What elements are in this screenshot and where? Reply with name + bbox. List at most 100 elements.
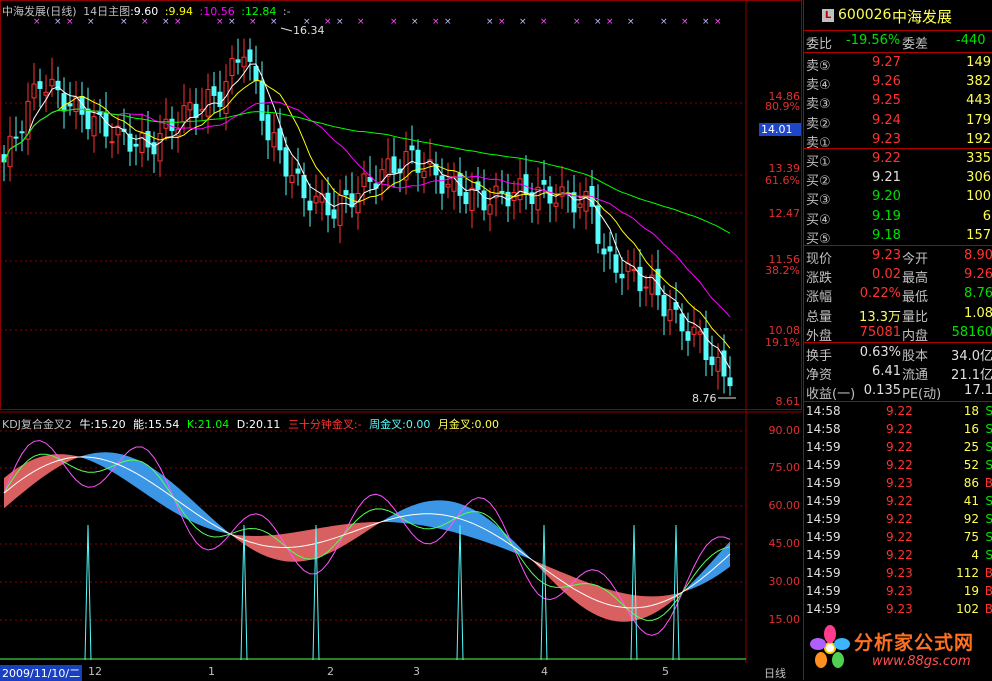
signal-mark: × [444, 17, 452, 27]
buy-level-row: 买② 9.21 306 [804, 169, 992, 190]
date-axis-label: 5 [662, 665, 669, 678]
neng-value: 能:15.54 [133, 418, 180, 431]
tick-time: 14:59 [806, 494, 841, 508]
tick-volume: 18 [963, 404, 979, 418]
tick-row: 14:59 9.23 102 B [804, 601, 992, 619]
tick-price: 9.22 [886, 530, 913, 544]
high-marker-line [280, 27, 293, 32]
stat-value: 0.22% [859, 286, 901, 302]
candle-body [703, 328, 709, 361]
buy-level-row: 买⑤ 9.18 157 [804, 227, 992, 247]
signal-mark: × [390, 17, 398, 27]
candle-body [541, 180, 547, 185]
weibi-value: -19.56% [846, 33, 901, 48]
candle-body [211, 86, 217, 96]
quote-stat-row: 涨跌 0.02 最高 9.26 [804, 266, 992, 286]
signal-mark: × [681, 17, 689, 27]
tick-price: 9.22 [886, 440, 913, 454]
sell-level-row: 卖④ 9.26 382 [804, 73, 992, 93]
chart-area[interactable]: × × × × × × × × × × × × × × × × × × × × × × × × × × × × × × × × [0, 0, 803, 680]
candle-body [481, 190, 487, 211]
price-axis-label: 8.61 [775, 395, 801, 408]
book-level-label: 买② [806, 174, 831, 190]
candle-body [271, 132, 277, 148]
candle-body [523, 174, 529, 195]
kdj-ribbon-segment [568, 574, 574, 601]
tick-row: 14:59 9.23 86 B [804, 475, 992, 493]
ma20-value: :10.56 [199, 5, 235, 18]
price-axis-label: 19.1% [765, 336, 800, 349]
quote-stat-row: 现价 9.23 今开 8.90 [804, 247, 992, 267]
watermark-text: 分析家公式网 [854, 632, 975, 654]
indicator-axis-label: 60.00 [768, 499, 801, 512]
stat-label: 外盘 [806, 328, 833, 344]
tick-row: 14:59 9.23 112 B [804, 565, 992, 583]
quote-stat-row: 总量 13.3万 量比 1.08 [804, 305, 992, 325]
candle-body [229, 58, 235, 77]
candle-body [685, 331, 691, 341]
signal-mark: × [336, 17, 344, 27]
stat-value: 1.08 [964, 305, 992, 321]
candle-body [619, 273, 625, 279]
candle-body [439, 175, 445, 194]
candle-body [691, 326, 697, 335]
stock-name: 中海发展 [892, 8, 953, 26]
book-price: 9.26 [872, 74, 901, 90]
candle-body [289, 175, 295, 184]
tick-side: S [985, 548, 992, 562]
tick-side: S [985, 494, 992, 508]
candle-body [247, 49, 253, 62]
tick-row: 14:59 9.22 41 S [804, 493, 992, 511]
tick-price: 9.22 [886, 458, 913, 472]
ma20-line [3, 101, 731, 318]
watermark-logo: 分析家公式网 www.88gs.com [808, 620, 992, 680]
book-price: 9.19 [872, 208, 901, 224]
candle-body [67, 103, 73, 107]
stat-value: 9.26 [964, 267, 992, 283]
tick-row: 14:59 9.22 92 S [804, 511, 992, 529]
book-price: 9.23 [872, 131, 901, 147]
book-price: 9.20 [872, 189, 901, 205]
tick-price: 9.23 [886, 602, 913, 616]
candle-body [253, 65, 259, 82]
stat-label: 量比 [902, 309, 929, 325]
indicator-title: KDJ复合金叉2 牛:15.20 能:15.54 K:21.04 D:20.11… [2, 416, 503, 432]
candle-body [31, 83, 37, 99]
book-level-label: 买① [806, 155, 831, 170]
tick-time: 14:59 [806, 512, 841, 526]
candle-body [277, 128, 283, 151]
indicator-axis-label: 15.00 [768, 613, 801, 626]
signal-mark: × [594, 17, 602, 27]
candle-body [715, 356, 721, 372]
stat-value: 58160 [951, 324, 992, 340]
book-volume: 149 [966, 55, 991, 70]
tick-volume: 75 [963, 530, 979, 544]
candle-body [169, 118, 175, 131]
candle-body [265, 114, 271, 141]
tick-row: 14:59 9.22 25 S [804, 439, 992, 457]
stat-label: 今开 [902, 252, 929, 267]
d-value: D:20.11 [236, 418, 281, 431]
tick-time: 14:59 [806, 602, 841, 616]
kdj-ribbon-segment [196, 503, 202, 526]
d-line [3, 456, 731, 609]
candle-body [613, 254, 619, 273]
tick-volume: 25 [963, 440, 979, 454]
price-axis-label: 61.6% [765, 174, 800, 187]
tick-row: 14:58 9.22 16 S [804, 421, 992, 439]
candle-body [91, 116, 97, 137]
tick-time: 14:59 [806, 584, 841, 598]
signal-mark: × [573, 17, 581, 27]
signal-mark: × [486, 17, 494, 27]
tick-volume: 52 [963, 458, 979, 472]
candle-body [727, 377, 733, 387]
book-price: 9.18 [872, 227, 901, 243]
period-button[interactable]: 日线 [764, 665, 786, 681]
kdj-ribbon-segment [190, 498, 196, 524]
tick-price: 9.22 [886, 512, 913, 526]
indicator-axis-label: 90.00 [768, 424, 801, 437]
quote-stat-row: 净资 6.41 流通 21.1亿 [804, 363, 992, 384]
book-volume: 382 [966, 74, 991, 90]
tick-side: B [984, 602, 992, 616]
stat-value: 21.1亿 [951, 368, 992, 384]
